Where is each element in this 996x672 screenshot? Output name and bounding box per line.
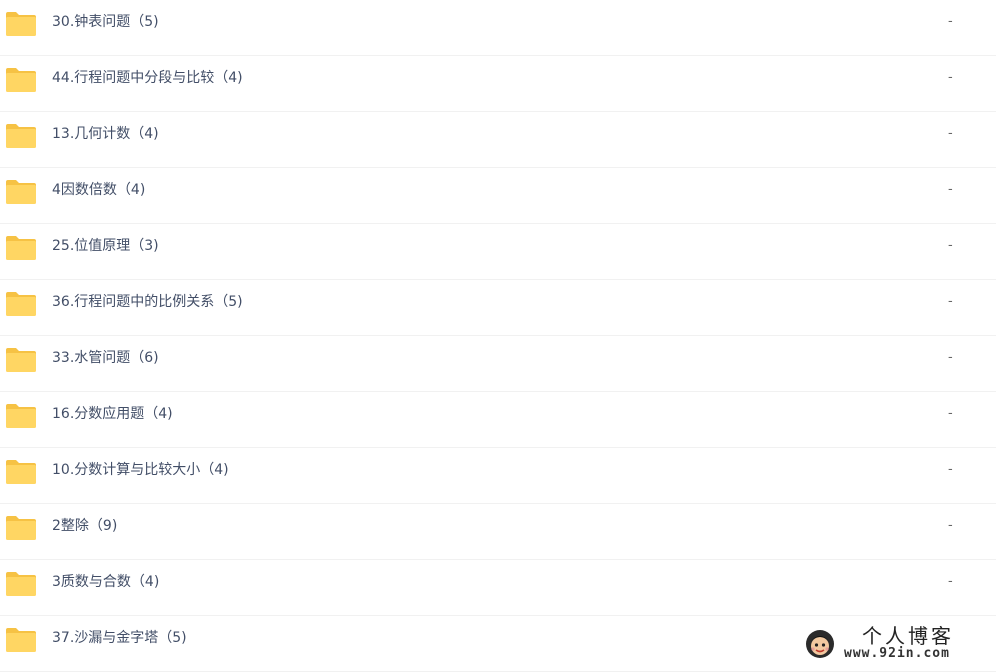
list-item[interactable]: 4因数倍数（4) -: [0, 168, 996, 224]
file-name[interactable]: 30.钟表问题（5): [52, 0, 159, 44]
file-size: -: [948, 350, 953, 365]
folder-icon: [6, 124, 36, 148]
file-name[interactable]: 44.行程问题中分段与比较（4): [52, 56, 243, 100]
file-size: -: [948, 182, 953, 197]
file-name[interactable]: 13.几何计数（4): [52, 112, 159, 156]
folder-icon: [6, 68, 36, 92]
file-size: -: [948, 406, 953, 421]
folder-icon: [6, 572, 36, 596]
file-name[interactable]: 3质数与合数（4): [52, 560, 159, 604]
file-size: -: [948, 70, 953, 85]
folder-icon: [6, 12, 36, 36]
list-item[interactable]: 36.行程问题中的比例关系（5) -: [0, 280, 996, 336]
file-name[interactable]: 37.沙漏与金字塔（5): [52, 616, 187, 660]
list-item[interactable]: 25.位值原理（3) -: [0, 224, 996, 280]
file-name[interactable]: 36.行程问题中的比例关系（5): [52, 280, 243, 324]
avatar-icon: [806, 630, 834, 658]
file-size: -: [948, 14, 953, 29]
list-item[interactable]: 3质数与合数（4) -: [0, 560, 996, 616]
list-item[interactable]: 44.行程问题中分段与比较（4) -: [0, 56, 996, 112]
file-name[interactable]: 10.分数计算与比较大小（4): [52, 448, 229, 492]
file-list: 30.钟表问题（5) - 44.行程问题中分段与比较（4) - 13.几何计数（…: [0, 0, 996, 672]
file-name[interactable]: 16.分数应用题（4): [52, 392, 173, 436]
file-size: -: [948, 462, 953, 477]
file-size: -: [948, 294, 953, 309]
folder-icon: [6, 348, 36, 372]
file-size: -: [948, 574, 953, 589]
folder-icon: [6, 404, 36, 428]
watermark: 个人博客 www.92in.com: [800, 624, 990, 664]
file-size: -: [948, 126, 953, 141]
file-name[interactable]: 25.位值原理（3): [52, 224, 159, 268]
folder-icon: [6, 180, 36, 204]
watermark-url: www.92in.com: [844, 646, 950, 661]
folder-icon: [6, 628, 36, 652]
folder-icon: [6, 460, 36, 484]
folder-icon: [6, 516, 36, 540]
file-size: -: [948, 518, 953, 533]
list-item[interactable]: 10.分数计算与比较大小（4) -: [0, 448, 996, 504]
file-name[interactable]: 33.水管问题（6): [52, 336, 159, 380]
list-item[interactable]: 13.几何计数（4) -: [0, 112, 996, 168]
file-size: -: [948, 238, 953, 253]
list-item[interactable]: 33.水管问题（6) -: [0, 336, 996, 392]
list-item[interactable]: 2整除（9) -: [0, 504, 996, 560]
list-item[interactable]: 30.钟表问题（5) -: [0, 0, 996, 56]
file-name[interactable]: 4因数倍数（4): [52, 168, 145, 212]
folder-icon: [6, 236, 36, 260]
folder-icon: [6, 292, 36, 316]
file-name[interactable]: 2整除（9): [52, 504, 117, 548]
list-item[interactable]: 16.分数应用题（4) -: [0, 392, 996, 448]
